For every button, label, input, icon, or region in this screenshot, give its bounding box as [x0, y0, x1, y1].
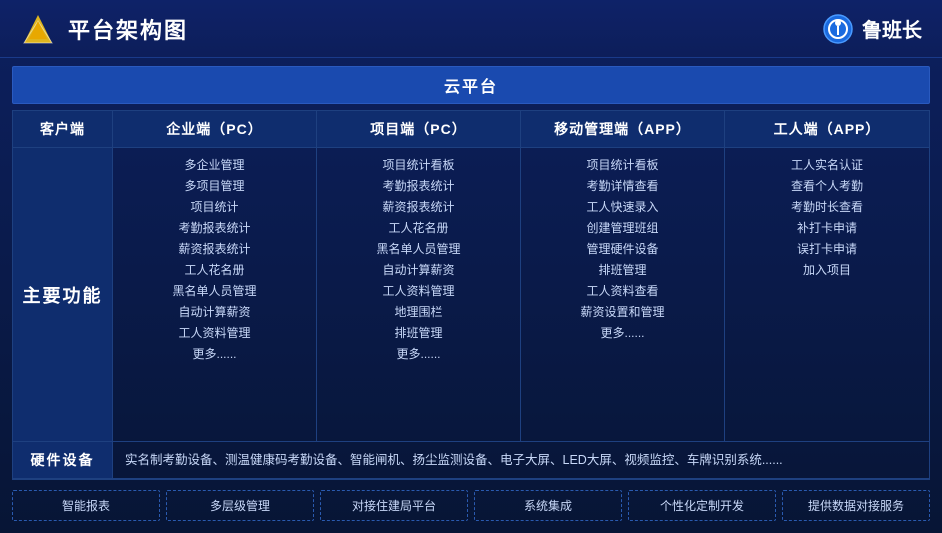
header-title: 平台架构图: [68, 13, 188, 45]
list-item: 薪资报表统计: [323, 198, 514, 216]
feature-box: 智能报表: [12, 490, 160, 521]
list-item: 补打卡申请: [731, 219, 923, 237]
list-item: 排班管理: [527, 261, 718, 279]
main-function-row: 主要功能 多企业管理多项目管理项目统计考勤报表统计薪资报表统计工人花名册黑名单人…: [13, 148, 929, 442]
brand-logo-icon: [822, 13, 854, 45]
list-item: 工人花名册: [323, 219, 514, 237]
list-item: 黑名单人员管理: [119, 282, 310, 300]
architecture-table: 客户端 企业端（PC） 项目端（PC） 移动管理端（APP） 工人端（APP） …: [12, 110, 930, 480]
hardware-row: 硬件设备 实名制考勤设备、测温健康码考勤设备、智能闸机、扬尘监测设备、电子大屏、…: [13, 442, 929, 479]
list-item: 考勤报表统计: [323, 177, 514, 195]
feature-box: 多层级管理: [166, 490, 314, 521]
header-right: 鲁班长: [822, 13, 922, 45]
brand-name: 鲁班长: [862, 14, 922, 43]
list-item: 工人快速录入: [527, 198, 718, 216]
col-header-worker: 工人端（APP）: [725, 111, 929, 147]
mobile-content: 项目统计看板考勤详情查看工人快速录入创建管理班组管理硬件设备排班管理工人资料查看…: [521, 148, 725, 441]
enterprise-content: 多企业管理多项目管理项目统计考勤报表统计薪资报表统计工人花名册黑名单人员管理自动…: [113, 148, 317, 441]
logo-icon: [20, 11, 56, 47]
list-item: 项目统计看板: [527, 156, 718, 174]
list-item: 自动计算薪资: [119, 303, 310, 321]
list-item: 工人实名认证: [731, 156, 923, 174]
main-content: 云平台 客户端 企业端（PC） 项目端（PC） 移动管理端（APP） 工人端（A…: [0, 58, 942, 533]
list-item: 考勤报表统计: [119, 219, 310, 237]
header: 平台架构图 鲁班长: [0, 0, 942, 58]
list-item: 更多......: [323, 345, 514, 363]
list-item: 地理围栏: [323, 303, 514, 321]
list-item: 加入项目: [731, 261, 923, 279]
main-function-label: 主要功能: [13, 148, 113, 441]
list-item: 工人资料查看: [527, 282, 718, 300]
list-item: 管理硬件设备: [527, 240, 718, 258]
list-item: 项目统计看板: [323, 156, 514, 174]
col-header-project: 项目端（PC）: [317, 111, 521, 147]
features-row: 智能报表多层级管理对接住建局平台系统集成个性化定制开发提供数据对接服务: [12, 486, 930, 525]
list-item: 更多......: [119, 345, 310, 363]
list-item: 考勤时长查看: [731, 198, 923, 216]
col-header-client: 客户端: [13, 111, 113, 147]
list-item: 黑名单人员管理: [323, 240, 514, 258]
list-item: 排班管理: [323, 324, 514, 342]
main-container: 平台架构图 鲁班长 云平台 客户端 企业端（PC） 项目端（PC）: [0, 0, 942, 533]
feature-box: 对接住建局平台: [320, 490, 468, 521]
list-item: 薪资设置和管理: [527, 303, 718, 321]
list-item: 多企业管理: [119, 156, 310, 174]
list-item: 误打卡申请: [731, 240, 923, 258]
hardware-content: 实名制考勤设备、测温健康码考勤设备、智能闸机、扬尘监测设备、电子大屏、LED大屏…: [113, 442, 929, 478]
list-item: 项目统计: [119, 198, 310, 216]
feature-box: 个性化定制开发: [628, 490, 776, 521]
list-item: 多项目管理: [119, 177, 310, 195]
hardware-label: 硬件设备: [13, 442, 113, 478]
list-item: 工人资料管理: [323, 282, 514, 300]
feature-box: 提供数据对接服务: [782, 490, 930, 521]
feature-box: 系统集成: [474, 490, 622, 521]
project-content: 项目统计看板考勤报表统计薪资报表统计工人花名册黑名单人员管理自动计算薪资工人资料…: [317, 148, 521, 441]
list-item: 考勤详情查看: [527, 177, 718, 195]
list-item: 自动计算薪资: [323, 261, 514, 279]
header-left: 平台架构图: [20, 11, 188, 47]
worker-content: 工人实名认证查看个人考勤考勤时长查看补打卡申请误打卡申请加入项目: [725, 148, 929, 441]
list-item: 工人资料管理: [119, 324, 310, 342]
list-item: 创建管理班组: [527, 219, 718, 237]
list-item: 薪资报表统计: [119, 240, 310, 258]
col-header-enterprise: 企业端（PC）: [113, 111, 317, 147]
list-item: 查看个人考勤: [731, 177, 923, 195]
list-item: 更多......: [527, 324, 718, 342]
col-header-mobile: 移动管理端（APP）: [521, 111, 725, 147]
column-headers: 客户端 企业端（PC） 项目端（PC） 移动管理端（APP） 工人端（APP）: [13, 111, 929, 148]
cloud-platform-bar: 云平台: [12, 66, 930, 104]
list-item: 工人花名册: [119, 261, 310, 279]
